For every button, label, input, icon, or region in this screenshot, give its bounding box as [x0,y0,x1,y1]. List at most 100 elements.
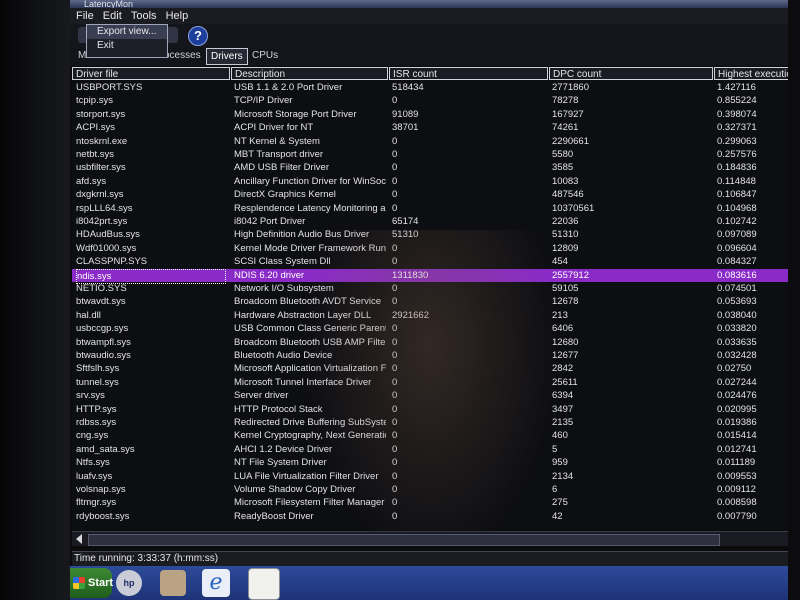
table-row[interactable]: amd_sata.sys AHCI 1.2 Device Driver 0 5 0.01… [72,443,800,456]
table-row[interactable]: USBPORT.SYS USB 1.1 & 2.0 Port Driver 5184… [72,81,800,94]
table-row[interactable]: HTTP.sys HTTP Protocol Stack 0 3497 0.020995 [72,403,800,416]
cell-highest-execution: 0.009553 [717,470,757,482]
cell-description: Network I/O Subsystem [234,283,334,294]
horizontal-scrollbar[interactable] [72,531,800,546]
cell-description: Redirected Drive Buffering SubSyste... [234,417,386,428]
column-header-driver-file[interactable]: Driver file [72,67,230,80]
scroll-thumb[interactable] [88,534,720,546]
cell-isr-count: 1311830 [392,269,429,281]
help-icon[interactable]: ? [188,26,208,46]
cell-dpc-count: 6 [552,484,558,495]
column-header-isr-count[interactable]: ISR count [389,67,548,80]
cell-description: Hardware Abstraction Layer DLL [234,309,372,321]
start-button[interactable]: Start [70,568,113,598]
menu-tools[interactable]: Tools [131,8,157,24]
table-row[interactable]: tcpip.sys TCP/IP Driver 0 78278 0.855224 [72,94,800,107]
table-row[interactable]: ACPI.sys ACPI Driver for NT 38701 74261 0.32… [72,121,800,134]
cell-highest-execution: 0.012741 [717,443,757,455]
column-header-description[interactable]: Description [231,67,388,80]
table-row[interactable]: Ntfs.sys NT File System Driver 0 959 0.01118… [72,456,800,469]
table-row[interactable]: rspLLL64.sys Resplendence Latency Monitor… [72,202,800,215]
table-row[interactable]: rdbss.sys Redirected Drive Buffering SubS… [72,416,800,429]
table-row[interactable]: CLASSPNP.SYS SCSI Class System Dll 0 454 0.0… [72,255,800,268]
table-row[interactable]: ndis.sys NDIS 6.20 driver 1311830 2557912 0.… [72,268,800,284]
menu-help[interactable]: Help [166,8,189,24]
taskbar: Start hp e [70,566,800,600]
cell-highest-execution: 0.096604 [717,242,757,254]
cell-description: Microsoft Filesystem Filter Manager [234,497,385,509]
menu-item-export-view[interactable]: Export view... [87,25,167,39]
table-row[interactable]: srv.sys Server driver 0 6394 0.024476 [72,389,800,402]
cell-isr-count: 0 [392,350,398,361]
tab-cpus[interactable]: CPUs [248,48,282,63]
cell-description: Bluetooth Audio Device [234,350,333,361]
cell-isr-count: 0 [392,497,398,509]
table-row[interactable]: fltmgr.sys Microsoft Filesystem Filter Ma… [72,496,800,509]
menu-file[interactable]: File [76,8,94,24]
cell-isr-count: 0 [392,484,398,495]
cell-driver-file: dxgkrnl.sys [76,189,124,201]
table-row[interactable]: storport.sys Microsoft Storage Port Drive… [72,108,800,121]
cell-dpc-count: 2557912 [552,269,589,281]
cell-driver-file: srv.sys [76,390,105,402]
cell-dpc-count: 6394 [552,390,574,402]
cell-description: Microsoft Tunnel Interface Driver [234,376,372,388]
scroll-left-icon[interactable] [76,534,82,544]
tab-drivers[interactable]: Drivers [206,48,248,65]
table-row[interactable]: afd.sys Ancillary Function Driver for Win… [72,175,800,188]
table-row[interactable]: btwavdt.sys Broadcom Bluetooth AVDT Servi… [72,295,800,308]
table-row[interactable]: NETIO.SYS Network I/O Subsystem 0 59105 0.07… [72,282,800,295]
cell-isr-count: 0 [392,162,398,174]
table-row[interactable]: i8042prt.sys i8042 Port Driver 65174 22036 0… [72,215,800,228]
menu-edit[interactable]: Edit [103,8,122,24]
menu-item-exit[interactable]: Exit [87,39,167,53]
cell-dpc-count: 10370561 [552,202,595,214]
cell-description: Resplendence Latency Monitoring an... [234,202,386,214]
table-row[interactable]: btwampfl.sys Broadcom Bluetooth USB AMP F… [72,336,800,349]
internet-explorer-icon[interactable]: e [202,569,230,597]
cell-dpc-count: 12680 [552,336,579,348]
cell-highest-execution: 0.398074 [717,108,757,120]
table-row[interactable]: usbccgp.sys USB Common Class Generic Pare… [72,322,800,335]
table-row[interactable]: netbt.sys MBT Transport driver 0 5580 0.2575… [72,148,800,161]
cell-isr-count: 2921662 [392,309,429,321]
cell-isr-count: 0 [392,296,398,308]
table-row[interactable]: dxgkrnl.sys DirectX Graphics Kernel 0 48754… [72,188,800,201]
drive-icon[interactable] [160,570,186,596]
cell-isr-count: 0 [392,336,398,348]
cell-description: NT File System Driver [234,457,327,469]
cell-dpc-count: 959 [552,457,568,469]
table-row[interactable]: rdyboost.sys ReadyBoost Driver 0 42 0.007790 [72,510,800,523]
cell-highest-execution: 0.074501 [717,283,757,294]
cell-driver-file: Ntfs.sys [76,457,110,469]
table-row[interactable]: luafv.sys LUA File Virtualization Filter … [72,470,800,483]
table-row[interactable]: ntoskrnl.exe NT Kernel & System 0 2290661 0.… [72,135,800,148]
cell-dpc-count: 12809 [552,242,579,254]
cell-dpc-count: 10083 [552,175,579,187]
cell-driver-file: volsnap.sys [76,484,126,495]
cell-dpc-count: 6406 [552,323,574,335]
table-row[interactable]: Wdf01000.sys Kernel Mode Driver Framework… [72,242,800,255]
cell-dpc-count: 454 [552,256,568,268]
table-row[interactable]: btwaudio.sys Bluetooth Audio Device 0 12677… [72,349,800,362]
cell-description: LUA File Virtualization Filter Driver [234,470,379,482]
cell-highest-execution: 0.104968 [717,202,757,214]
table-row[interactable]: HDAudBus.sys High Definition Audio Bus Dr… [72,228,800,241]
table-row[interactable]: cng.sys Kernel Cryptography, Next Generat… [72,429,800,442]
latencymon-taskbar-icon[interactable] [248,568,280,600]
table-row[interactable]: usbfilter.sys AMD USB Filter Driver 0 3585 0… [72,161,800,174]
cell-driver-file: tunnel.sys [76,376,119,388]
cell-highest-execution: 0.02750 [717,363,752,375]
table-row[interactable]: Sftfslh.sys Microsoft Application Virtual… [72,362,800,375]
table-row[interactable]: volsnap.sys Volume Shadow Copy Driver 0 6 0.… [72,483,800,496]
cell-driver-file: usbfilter.sys [76,162,126,174]
cell-isr-count: 518434 [392,82,424,93]
cell-isr-count: 0 [392,149,398,160]
table-row[interactable]: tunnel.sys Microsoft Tunnel Interface Dri… [72,376,800,389]
cell-highest-execution: 0.084327 [717,256,757,268]
table-row[interactable]: hal.dll Hardware Abstraction Layer DLL 292… [72,309,800,322]
hp-icon[interactable]: hp [116,570,142,596]
column-header-dpc-count[interactable]: DPC count [549,67,713,80]
cell-isr-count: 0 [392,430,398,442]
cell-isr-count: 0 [392,323,398,335]
